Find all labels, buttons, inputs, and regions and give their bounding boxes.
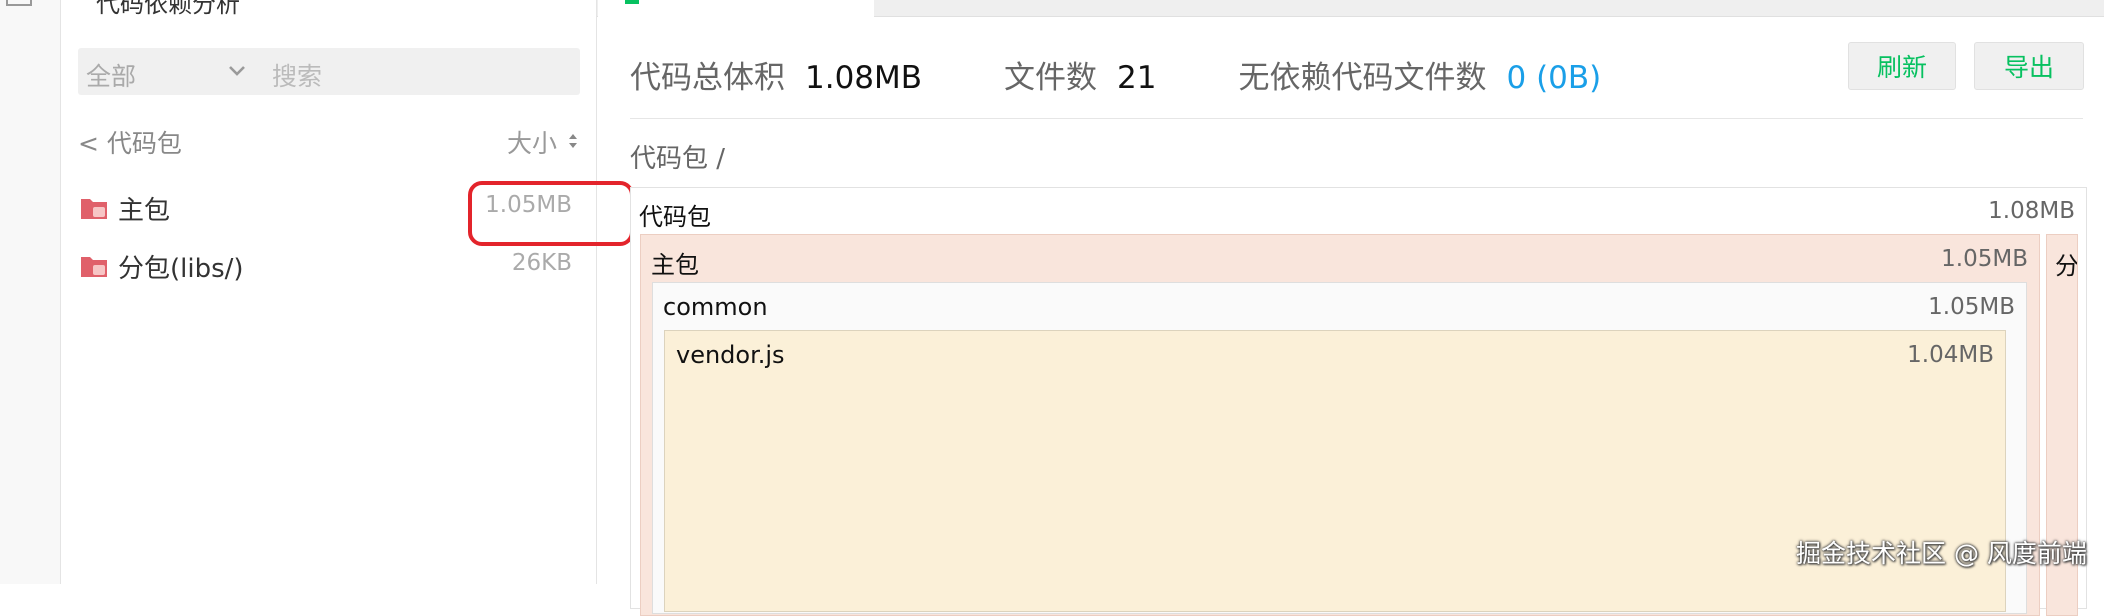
sort-by-size[interactable]: 大小 — [507, 124, 557, 160]
total-size-label: 代码总体积 — [630, 60, 785, 96]
sort-icon[interactable] — [567, 130, 579, 152]
list-item-size: 26KB — [511, 250, 572, 276]
highlight-annotation — [468, 181, 634, 246]
watermark: 掘金技术社区 @ 风度前端 — [1796, 539, 2087, 568]
filter-bar — [78, 48, 580, 95]
folder-icon — [81, 199, 107, 219]
treemap-root-name: 代码包 — [639, 203, 711, 231]
list-item[interactable]: 分包(libs/) 26KB — [78, 246, 580, 286]
scope-select[interactable]: 全部 — [86, 57, 136, 93]
treemap-common-size: 1.05MB — [1928, 294, 2015, 320]
file-count-label: 文件数 — [1004, 60, 1098, 96]
activity-bar — [0, 0, 61, 584]
breadcrumb: 代码包 / — [630, 144, 726, 174]
no-dependency-link[interactable]: 0 (0B) — [1507, 60, 1602, 96]
treemap-vendor-size: 1.04MB — [1907, 342, 1994, 368]
list-item-name: 分包(libs/) — [118, 254, 244, 284]
panel-icon[interactable] — [6, 0, 32, 6]
list-item-name: 主包 — [118, 196, 171, 226]
treemap-common-name: common — [663, 293, 768, 321]
folder-icon — [81, 257, 107, 277]
summary-bar: 代码总体积 1.08MB 文件数 21 无依赖代码文件数 0 (0B) — [630, 52, 1601, 97]
treemap-main-name: 主包 — [651, 251, 699, 279]
treemap-main-size: 1.05MB — [1941, 246, 2028, 272]
treemap-vendor-name: vendor.js — [676, 341, 785, 369]
chevron-down-icon[interactable] — [224, 58, 250, 84]
tab-active[interactable] — [598, 0, 874, 17]
no-dependency-label: 无依赖代码文件数 — [1238, 60, 1487, 96]
search-input[interactable]: 搜索 — [272, 57, 322, 93]
treemap-root-size: 1.08MB — [1988, 198, 2075, 224]
total-size-value: 1.08MB — [805, 60, 923, 96]
divider — [630, 118, 2083, 119]
tab-indicator — [625, 0, 639, 4]
treemap-sub-name: 分 — [2055, 252, 2078, 280]
sidebar-title: 代码依赖分析 — [96, 0, 240, 18]
file-count-value: 21 — [1117, 60, 1157, 96]
refresh-button[interactable]: 刷新 — [1848, 42, 1956, 90]
back-link[interactable]: < 代码包 — [78, 124, 182, 160]
export-button[interactable]: 导出 — [1974, 42, 2084, 90]
